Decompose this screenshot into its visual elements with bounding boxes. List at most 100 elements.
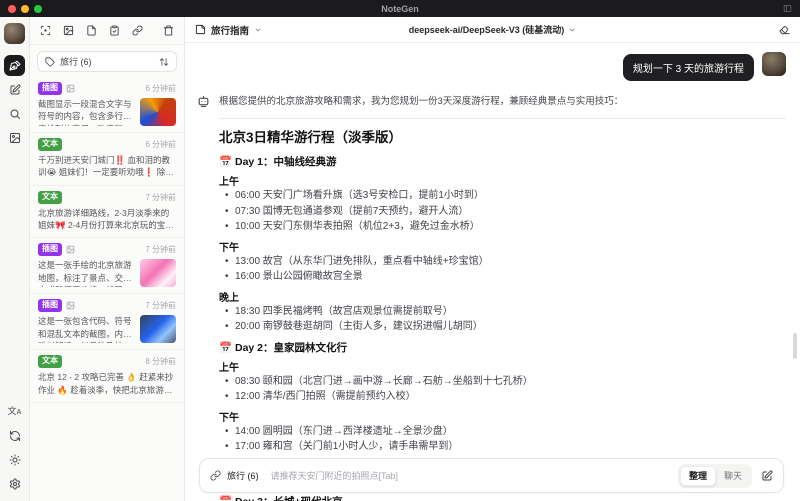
compose-icon <box>9 83 21 96</box>
doc-bullet-item: 14:00 圆明园（东门进→西洋楼遗址→全景沙盘） <box>219 425 782 440</box>
mode-organize-button[interactable]: 整理 <box>679 465 716 486</box>
chevron-down-icon <box>568 26 576 34</box>
note-type-badge: 文本 <box>38 138 62 151</box>
note-timestamp: 8 分钟前 <box>145 357 176 367</box>
note-type-badge: 插图 <box>38 299 62 313</box>
screenshot-capture-icon[interactable] <box>40 25 51 36</box>
main-header: 旅行指南 deepseek-ai/DeepSeek-V3 (硅基流动) <box>185 17 800 43</box>
translate-icon: 文A <box>7 406 22 417</box>
doc-day-heading: 📅 Day 2：皇家园林文化行 <box>219 341 348 354</box>
note-item[interactable]: 文本 8 分钟前北京 12 - 2 攻略已完善 👌 赶紧来抄作业 🔥 趁着淡季，快… <box>30 350 184 403</box>
doc-bullet-item: 13:00 故宫（从东华门进免排队，重点看中轴线+珍宝馆） <box>219 255 782 270</box>
traffic-lights <box>8 4 42 13</box>
panel-toggle-icon[interactable] <box>783 4 792 13</box>
doc-bullet-item: 20:00 南锣鼓巷逛胡同（主街人多，建议拐进帽儿胡同） <box>219 320 782 335</box>
note-preview-text: 北京旅游详细路线，2-3月淡季来的姐妹🎀 2-4月份打算来北京玩的宝子 不用再翻… <box>38 207 174 230</box>
titlebar: NoteGen <box>0 0 800 17</box>
sort-icon[interactable] <box>159 57 169 67</box>
sun-icon <box>9 454 21 466</box>
note-preview-text: 这是一张包含代码、符号和混乱文本的截图，内容难以解读，似乎涉及技术... <box>38 316 132 343</box>
note-title-dropdown[interactable]: 旅行指南 <box>195 23 262 37</box>
zoom-button[interactable] <box>34 4 42 13</box>
input-tag-label[interactable]: 旅行 (6) <box>227 469 259 482</box>
note-thumbnail <box>140 315 176 344</box>
user-avatar[interactable] <box>4 23 25 44</box>
rail-item-record[interactable] <box>4 55 25 76</box>
doc-time-label: 下午 <box>219 412 239 424</box>
note-item[interactable]: 插图 7 分钟前这是一张手绘的北京旅游地图，标注了景点、交通方式和门票价格，如天安… <box>30 238 184 295</box>
itinerary-document: 北京3日精华游行程（淡季版） 📅 Day 1：中轴线经典游上午06:00 天安门广… <box>219 126 786 501</box>
rail-item-sync[interactable] <box>4 425 25 446</box>
doc-bullet-item: 17:00 雍和宫（关门前1小时人少，请手串需早到） <box>219 440 782 455</box>
note-timestamp: 6 分钟前 <box>145 84 176 93</box>
notes-sidebar: 旅行 (6) 插图 6 分钟前截图显示一段混合文字与符号的内容，包含多行无序排列的… <box>30 17 185 501</box>
doc-bullet-item: 16:00 景山公园俯瞰故宫全景 <box>219 270 782 285</box>
note-preview-text: 截图显示一段混合文字与符号的内容，包含多行无序排列的字母、数字和符... <box>38 99 132 126</box>
image-icon <box>66 301 75 310</box>
mode-chat-button[interactable]: 聊天 <box>716 467 750 485</box>
insert-link-icon[interactable] <box>132 25 143 36</box>
chevron-down-icon <box>254 26 262 34</box>
doc-heading: 北京3日精华游行程（淡季版） <box>219 130 403 146</box>
tag-icon <box>45 56 55 67</box>
link-icon <box>210 470 221 481</box>
doc-bullet-item: 12:00 清华/西门拍照（需提前预约入校） <box>219 390 782 405</box>
note-item[interactable]: 插图 6 分钟前截图显示一段混合文字与符号的内容，包含多行无序排列的字母、数字和符… <box>30 77 184 133</box>
trash-icon[interactable] <box>163 25 174 36</box>
note-type-badge: 文本 <box>38 355 62 369</box>
assistant-intro-text: 根据您提供的北京旅游攻略和需求，我为您规划一份3天深度游行程，兼顾经典景点与实用… <box>219 96 624 107</box>
note-timestamp: 7 分钟前 <box>145 301 176 311</box>
note-thumbnail <box>140 259 176 288</box>
model-selector[interactable]: deepseek-ai/DeepSeek-V3 (硅基流动) <box>409 23 577 36</box>
send-compose-icon[interactable] <box>761 469 773 482</box>
rail-item-theme[interactable] <box>4 449 25 470</box>
note-item[interactable]: 文本 7 分钟前 北京旅游详细路线，2-3月淡季来的姐妹🎀 2-4月份打算来北京玩的… <box>30 186 184 239</box>
chat-scroll-area[interactable]: 规划一下 3 天的旅游行程 根据您提供的北京旅游攻略和需求，我为您规划一份3天深… <box>185 43 800 501</box>
gear-icon <box>9 478 21 490</box>
doc-time-label: 上午 <box>219 177 239 189</box>
note-timestamp: 7 分钟前 <box>145 245 176 255</box>
doc-bullet-item: 06:00 天安门广场看升旗（选3号安检口，提前1小时到） <box>219 189 782 204</box>
doc-bullet-item: 18:30 四季民福烤鸭（故宫店观景位需提前取号） <box>219 305 782 320</box>
search-icon <box>9 108 21 120</box>
insert-file-icon[interactable] <box>86 25 97 36</box>
doc-day-heading: 📅 Day 3：长城+现代北京 <box>219 494 782 501</box>
doc-bullet-item: 08:30 颐和园（北宫门进→画中游→长廊→石舫→坐船到十七孔桥） <box>219 375 782 390</box>
rail-item-write[interactable] <box>4 79 25 100</box>
record-toolbar <box>30 17 184 45</box>
doc-bullet-item: 07:30 国博无包通道参观（提前7天预约，避开人流） <box>219 205 782 220</box>
note-preview-text: 北京 12 - 2 攻略已完善 👌 赶紧来抄作业 🔥 趁着淡季，快把北京旅游攻略… <box>38 372 174 395</box>
doc-day-heading: 📅 Day 1：中轴线经典游 <box>219 156 337 169</box>
tag-filter-select[interactable]: 旅行 (6) <box>37 51 177 72</box>
note-item[interactable]: 插图 7 分钟前这是一张包含代码、符号和混乱文本的截图，内容难以解读，似乎涉及技术… <box>30 294 184 351</box>
note-title: 旅行指南 <box>211 25 250 37</box>
clipboard-icon[interactable] <box>109 25 120 36</box>
rail-item-translate[interactable]: 文A <box>4 401 25 422</box>
message-divider <box>219 118 786 120</box>
note-item[interactable]: 文本 6 分钟前 千万别进天安门城门‼️ 血和泪的教训😭 姐妹们！一定要听劝哦❗ 除… <box>30 133 184 186</box>
mode-switch: 整理 聊天 <box>677 463 752 488</box>
tag-filter-label: 旅行 (6) <box>60 57 92 67</box>
assistant-message-row: 根据您提供的北京旅游攻略和需求，我为您规划一份3天深度游行程，兼顾经典景点与实用… <box>197 94 786 109</box>
pen-icon <box>9 60 21 72</box>
chat-input-bar[interactable]: 旅行 (6) 请推荐天安门附近的拍照点[Tab] 整理 聊天 <box>199 458 784 493</box>
note-thumbnail <box>140 98 176 126</box>
close-button[interactable] <box>8 4 16 13</box>
assistant-bot-icon <box>197 95 211 108</box>
rail-item-search[interactable] <box>4 103 25 124</box>
note-type-badge: 文本 <box>38 190 62 204</box>
left-rail: 文A <box>0 17 30 501</box>
notegen-window: NoteGen 文A 旅行 (6) 插图 6 分钟前 截图显示一段混合文字与符号… <box>0 0 800 501</box>
user-message-bubble: 规划一下 3 天的旅游行程 <box>622 54 754 81</box>
notes-list: 插图 6 分钟前截图显示一段混合文字与符号的内容，包含多行无序排列的字母、数字和符… <box>30 77 184 501</box>
window-title: NoteGen <box>381 3 419 14</box>
clear-chat-icon[interactable] <box>779 24 790 35</box>
chat-input-placeholder[interactable]: 请推荐天安门附近的拍照点[Tab] <box>271 469 678 482</box>
minimize-button[interactable] <box>21 4 29 13</box>
insert-image-icon[interactable] <box>63 25 74 36</box>
scrollbar-thumb[interactable] <box>793 333 797 359</box>
image-icon <box>66 245 75 254</box>
rail-item-gallery[interactable] <box>4 127 25 148</box>
rail-item-settings[interactable] <box>4 473 25 494</box>
user-avatar <box>762 52 786 76</box>
